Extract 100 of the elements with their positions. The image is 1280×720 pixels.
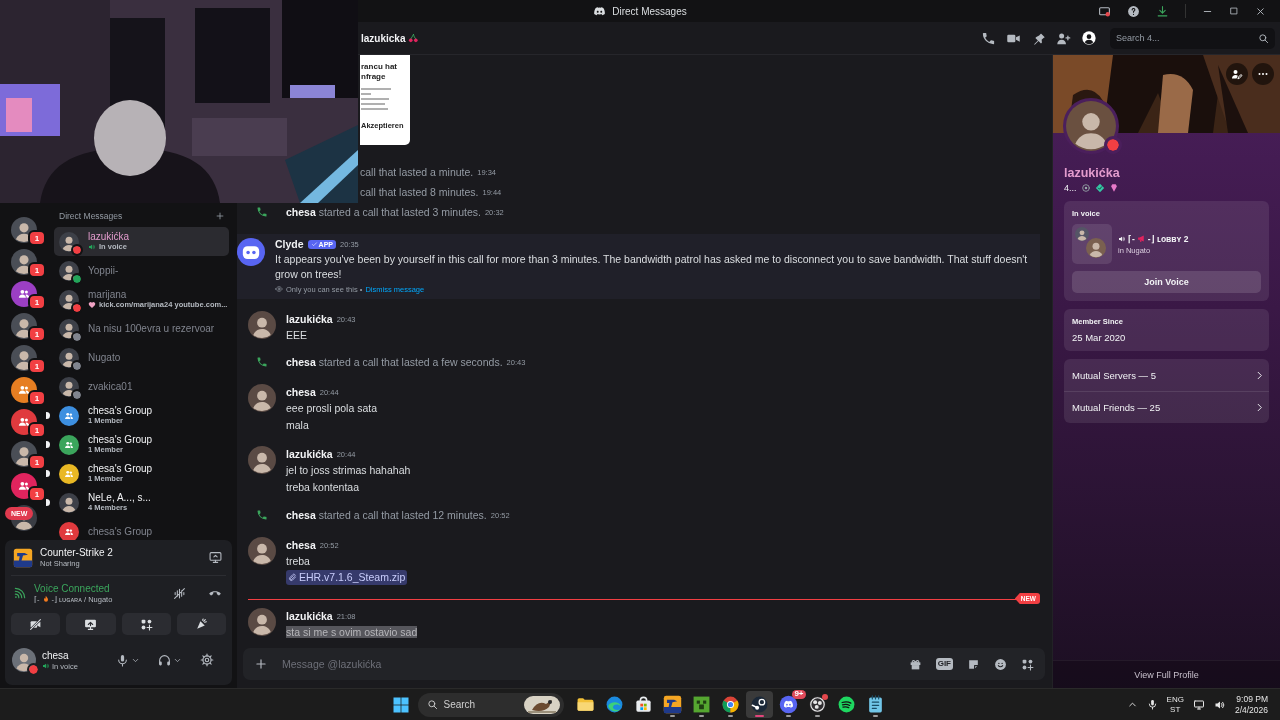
- sticker-icon[interactable]: [967, 657, 980, 671]
- eye-icon: [275, 285, 283, 293]
- screen-record-icon[interactable]: [1098, 4, 1111, 18]
- search-field[interactable]: Search 4...: [1116, 33, 1258, 43]
- camera-off-button[interactable]: [11, 613, 61, 635]
- microphone-icon[interactable]: [1146, 699, 1158, 710]
- help-icon[interactable]: [1127, 4, 1140, 18]
- ring-badge-icon: [1080, 183, 1091, 193]
- user-avatar: [1086, 238, 1106, 258]
- noise-suppression-icon[interactable]: [173, 586, 186, 600]
- fire-icon: [41, 595, 50, 603]
- emoji-icon[interactable]: [994, 657, 1007, 671]
- user-avatar: [248, 384, 276, 412]
- download-icon[interactable]: [1156, 4, 1169, 18]
- call-event-text: call that lasted 8 minutes.: [360, 186, 479, 198]
- profile-tag: 4...: [1064, 183, 1077, 193]
- activity-title: Counter-Strike 2: [40, 547, 113, 559]
- mutuals-row[interactable]: Mutual Friends — 25: [1064, 391, 1269, 423]
- user-avatar: [248, 537, 276, 565]
- maximize-icon[interactable]: [1229, 6, 1239, 16]
- controller-face-icon: [778, 695, 798, 714]
- gem-badge-icon: [1108, 183, 1119, 193]
- user-avatar: [248, 311, 276, 339]
- mutuals-row[interactable]: Mutual Servers — 5: [1064, 359, 1269, 391]
- embed-title: rancu hat: [361, 62, 398, 72]
- message-text: EEE: [286, 329, 307, 341]
- dm-item[interactable]: Na nisu 100evra u rezervoar: [54, 314, 229, 343]
- unread-badge: 1: [28, 326, 46, 342]
- user-avatar: [248, 608, 276, 636]
- camera-off-icon: [29, 617, 43, 631]
- phone-icon[interactable]: [981, 30, 996, 46]
- unread-badge: 1: [28, 454, 46, 470]
- profile-avatar: [1066, 101, 1116, 151]
- edit-profile-button[interactable]: [1226, 63, 1248, 85]
- plus-icon[interactable]: [254, 657, 268, 671]
- megaphone-icon: [1136, 234, 1146, 243]
- window-title: Direct Messages: [612, 5, 687, 17]
- apps-icon[interactable]: [1021, 657, 1034, 671]
- call-event-text: chesa started a call that lasted 12 minutes.: [286, 509, 487, 521]
- message-field[interactable]: Message @lazukićka: [282, 654, 895, 674]
- search-bar[interactable]: Search 4...: [1110, 27, 1275, 49]
- user-avatar: [59, 376, 79, 397]
- ring-icon: [807, 695, 827, 714]
- taskbar-button[interactable]: [745, 691, 773, 718]
- message-text: It appears you've been by yourself in this call for more than 3 minutes. The bandwidth patrol has asked me to disconnect you to save bandwidth. That stuff doesn't grow on trees!: [275, 252, 1029, 282]
- dm-item[interactable]: Nugato: [54, 343, 229, 372]
- conversation-title: lazukicka: [361, 32, 406, 44]
- profile-toggle-icon[interactable]: [1081, 30, 1097, 46]
- composer-bar[interactable]: Message @lazukićka GIF: [243, 648, 1045, 680]
- dm-item[interactable]: chesa's Group: [54, 517, 229, 540]
- plus-icon[interactable]: [215, 211, 225, 221]
- gift-icon[interactable]: [908, 657, 922, 671]
- join-voice-button[interactable]: Join Voice: [1072, 271, 1261, 293]
- phone-icon: [256, 356, 268, 368]
- grass-block-icon: [691, 695, 711, 714]
- folder-icon: [575, 695, 595, 714]
- headphones-icon[interactable]: [158, 653, 171, 667]
- view-full-profile-button[interactable]: View Full Profile: [1053, 660, 1280, 688]
- tricolor-circle-icon: [720, 695, 740, 714]
- user-avatar: [59, 231, 79, 252]
- share-screen-icon[interactable]: [209, 551, 222, 564]
- screen-share-button[interactable]: [66, 613, 116, 635]
- user-avatar: [12, 648, 36, 672]
- microphone-icon[interactable]: [116, 653, 129, 667]
- language-indicator[interactable]: ENG ST: [1166, 694, 1184, 715]
- heart-icon: [88, 301, 96, 310]
- apps-icon: [139, 617, 153, 631]
- activities-button[interactable]: [121, 613, 171, 635]
- user-avatar: [59, 318, 79, 339]
- search-icon: [426, 699, 438, 710]
- user-name: chesa: [42, 649, 70, 662]
- profile-name: lazukićka: [1064, 166, 1121, 180]
- taskbar-search-field[interactable]: Search: [417, 692, 564, 717]
- channel-name: -⌋ ʟᴏʙʙʏ 2: [1147, 233, 1189, 244]
- speaker-icon: [42, 662, 50, 670]
- unread-badge: 1: [28, 390, 46, 406]
- soundboard-button[interactable]: [176, 613, 226, 635]
- settings-icon[interactable]: [200, 653, 214, 667]
- shopping-bag-icon: [633, 695, 653, 714]
- speaker-icon: [1118, 234, 1126, 243]
- author-name: chesa: [286, 386, 316, 398]
- unread-badge: 1: [28, 422, 46, 438]
- close-icon[interactable]: [1255, 5, 1266, 17]
- network-icon[interactable]: [1192, 698, 1205, 711]
- file-link[interactable]: EHR.v7.1.6_Steam.zip: [286, 570, 408, 585]
- user-avatar: [248, 446, 276, 474]
- call-event-text: chesa started a call that lasted a few seconds.: [286, 356, 503, 368]
- call-event-text: call that lasted a minute.: [360, 166, 474, 178]
- dm-item[interactable]: Yoppii-: [54, 256, 229, 285]
- connection-signal-icon: [13, 586, 27, 600]
- unread-badge: 1: [28, 358, 46, 374]
- user-avatar: [59, 289, 79, 310]
- message-text: treba: [286, 555, 310, 567]
- clock[interactable]: 9:09 PM 2/4/2026: [1234, 694, 1268, 715]
- dm-item[interactable]: zvakica01: [54, 372, 229, 401]
- windows-start-icon[interactable]: [391, 695, 410, 714]
- section-heading: Direct Messages: [59, 211, 123, 221]
- soldier-logo-icon: [662, 695, 682, 714]
- gif-button[interactable]: GIF: [935, 658, 953, 670]
- message-text: sta si me s ovim ostavio sad: [286, 626, 418, 638]
